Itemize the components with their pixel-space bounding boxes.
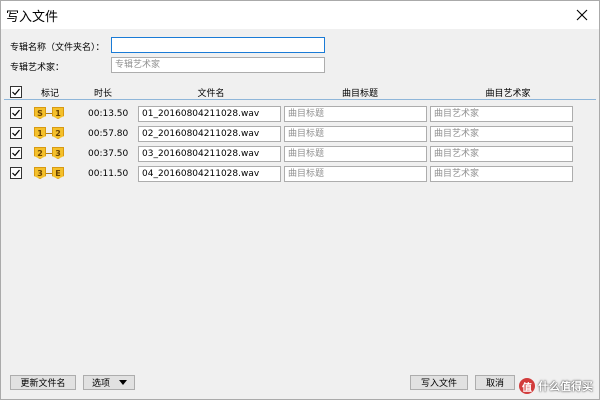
filename-input[interactable] — [138, 146, 281, 162]
marker-end-tag[interactable]: 2 — [52, 127, 64, 139]
options-label: 选项 — [92, 379, 111, 389]
track-checkbox[interactable] — [10, 167, 22, 179]
close-icon — [576, 9, 588, 21]
filename-input[interactable] — [138, 126, 281, 142]
column-header-marker[interactable]: 标记 — [38, 86, 62, 99]
marker-end-tag[interactable]: 1 — [52, 107, 64, 119]
song-title-input[interactable] — [284, 106, 427, 122]
update-filenames-button[interactable]: 更新文件名 — [10, 375, 76, 390]
track-duration: 00:57.80 — [88, 129, 129, 139]
check-icon — [10, 127, 22, 139]
column-header-filename[interactable]: 文件名 — [191, 86, 231, 99]
select-all-checkbox[interactable] — [10, 86, 22, 98]
track-duration: 00:37.50 — [88, 149, 129, 159]
album-name-label: 专辑名称（文件夹名）： — [10, 43, 105, 53]
write-file-button[interactable]: 写入文件 — [410, 375, 468, 390]
watermark-text: 什么值得买 — [538, 380, 593, 393]
marker-connector — [46, 133, 52, 134]
song-artist-input[interactable] — [430, 166, 573, 182]
check-icon — [10, 86, 22, 98]
check-icon — [10, 147, 22, 159]
watermark-logo: 值 — [519, 378, 535, 394]
album-artist-label: 专辑艺术家： — [10, 63, 65, 73]
marker-start-tag[interactable]: 2 — [34, 147, 46, 159]
song-title-input[interactable] — [284, 166, 427, 182]
column-header-song-artist[interactable]: 曲目艺术家 — [478, 86, 538, 99]
dialog-title: 写入文件 — [6, 10, 59, 25]
track-checkbox[interactable] — [10, 147, 22, 159]
marker-end-tag[interactable]: E — [52, 167, 64, 179]
song-artist-input[interactable] — [430, 126, 573, 142]
album-artist-input[interactable] — [111, 57, 325, 73]
song-title-input[interactable] — [284, 126, 427, 142]
chevron-down-icon — [119, 380, 128, 385]
marker-start-tag[interactable]: 1 — [34, 127, 46, 139]
close-button[interactable] — [571, 4, 593, 26]
site-watermark: 值 什么值得买 — [519, 378, 593, 394]
marker-connector — [46, 113, 52, 114]
marker-end-tag[interactable]: 3 — [52, 147, 64, 159]
column-header-song-title[interactable]: 曲目标题 — [336, 86, 384, 99]
check-icon — [10, 107, 22, 119]
filename-input[interactable] — [138, 166, 281, 182]
marker-start-tag[interactable]: S — [34, 107, 46, 119]
track-checkbox[interactable] — [10, 127, 22, 139]
cancel-button[interactable]: 取消 — [475, 375, 515, 390]
title-bar: 写入文件 — [1, 1, 599, 29]
album-name-input[interactable] — [111, 37, 325, 53]
track-table-header: 标记 时长 文件名 曲目标题 曲目艺术家 — [4, 85, 596, 100]
track-duration: 00:11.50 — [88, 169, 129, 179]
column-header-duration[interactable]: 时长 — [90, 86, 116, 99]
check-icon — [10, 167, 22, 179]
track-duration: 00:13.50 — [88, 109, 129, 119]
write-file-dialog: 写入文件 专辑名称（文件夹名）： 专辑艺术家： 标记 时长 文件名 曲目标题 曲… — [0, 0, 600, 400]
marker-connector — [46, 173, 52, 174]
track-checkbox[interactable] — [10, 107, 22, 119]
song-artist-input[interactable] — [430, 106, 573, 122]
filename-input[interactable] — [138, 106, 281, 122]
marker-start-tag[interactable]: 3 — [34, 167, 46, 179]
marker-connector — [46, 153, 52, 154]
song-title-input[interactable] — [284, 146, 427, 162]
song-artist-input[interactable] — [430, 146, 573, 162]
options-dropdown-button[interactable]: 选项 — [83, 375, 135, 390]
